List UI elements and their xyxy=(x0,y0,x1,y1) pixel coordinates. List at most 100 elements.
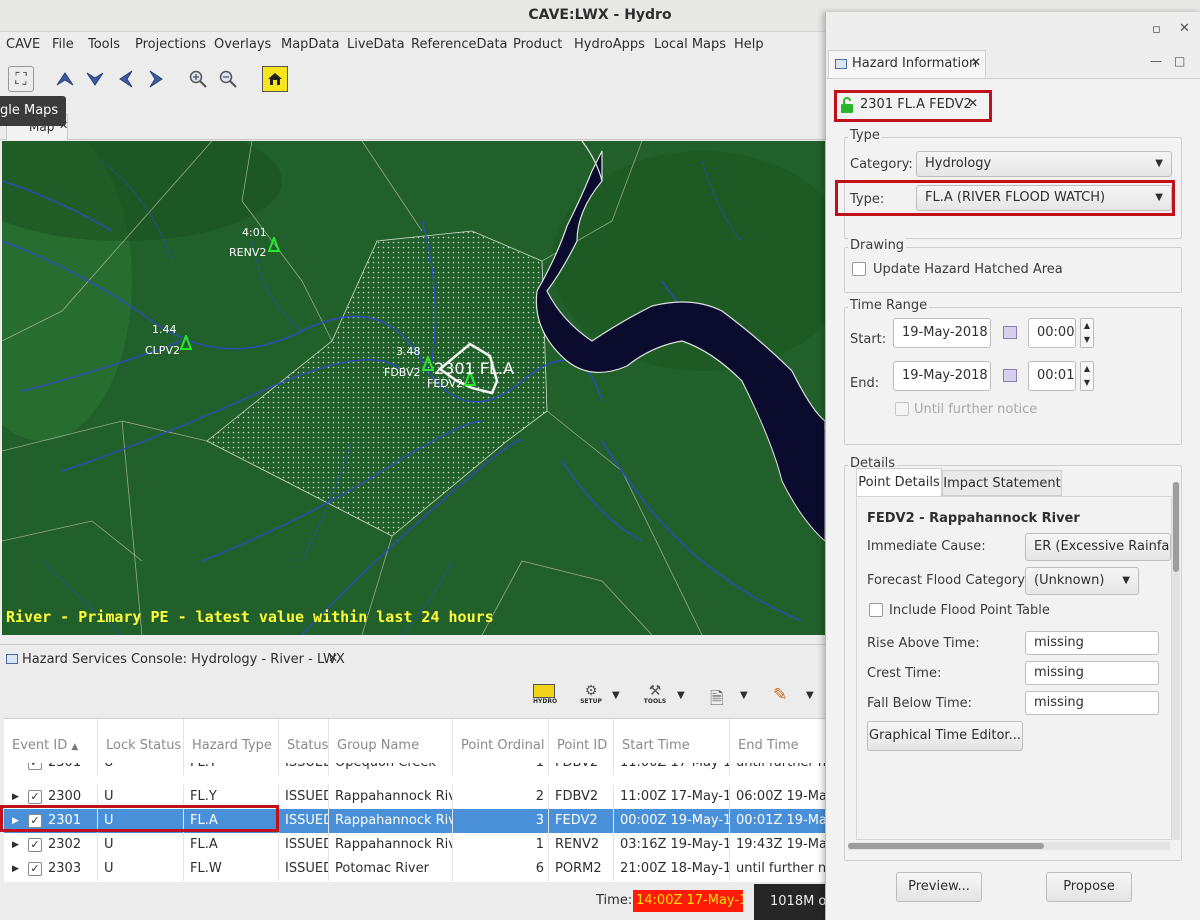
horizontal-scrollbar[interactable] xyxy=(848,842,1170,850)
minimize-icon[interactable]: ▫ xyxy=(1152,22,1161,37)
cause-select[interactable]: ER (Excessive Rainfall) xyxy=(1025,533,1171,561)
tab-point-details[interactable]: Point Details xyxy=(856,468,942,496)
menu-mapdata[interactable]: MapData xyxy=(281,37,339,52)
start-time-field[interactable]: 00:00 xyxy=(1028,318,1076,348)
end-time: 00:01Z 19-May xyxy=(730,809,826,833)
crest-field[interactable]: missing xyxy=(1025,661,1159,685)
include-table-checkbox[interactable] xyxy=(869,603,883,617)
calendar-icon[interactable] xyxy=(1003,369,1017,382)
scrollbar-thumb[interactable] xyxy=(1173,482,1179,572)
row-checkbox[interactable]: ✓ xyxy=(28,838,42,852)
event-id: 2302 xyxy=(48,837,82,852)
end-label: End: xyxy=(850,376,880,391)
vertical-scrollbar[interactable] xyxy=(1172,482,1180,840)
chevron-down-icon[interactable]: ▼ xyxy=(740,690,748,701)
status: ISSUED xyxy=(279,857,329,881)
table-row[interactable]: ▶✓2302 U FL.A ISSUED Rappahannock River … xyxy=(4,833,826,857)
menu-overlays[interactable]: Overlays xyxy=(214,37,271,52)
menu-local-maps[interactable]: Local Maps xyxy=(654,37,726,52)
zoom-in-icon[interactable] xyxy=(185,66,211,92)
window-title: CAVE:LWX - Hydro xyxy=(528,7,672,23)
start-date-field[interactable]: 19-May-2018 xyxy=(893,318,991,348)
chevron-down-icon[interactable]: ▼ xyxy=(677,690,685,701)
hazard-table: Event ID ▲ Lock Status Hazard Type Statu… xyxy=(4,718,826,882)
frame-time[interactable]: 14:00Z 17-May-18 xyxy=(633,890,743,912)
fit-icon[interactable]: ⛶ xyxy=(8,66,34,92)
row-checkbox[interactable]: ✓ xyxy=(28,790,42,804)
setup-button[interactable]: ⚙ SETUP xyxy=(578,684,604,710)
console-toolbar: HYDRO ⚙ SETUP ▼ ⚒ TOOLS ▼ 🗎 ▼ ✎ ▼ xyxy=(0,674,830,718)
hazard-type: FL.A xyxy=(184,833,279,857)
event-id: 2303 xyxy=(48,861,82,876)
preview-button[interactable]: Preview... xyxy=(896,872,982,902)
until-notice-label: Until further notice xyxy=(914,402,1038,417)
start-label: Start: xyxy=(850,332,887,347)
menu-help[interactable]: Help xyxy=(734,37,764,52)
pan-right-icon[interactable] xyxy=(143,66,169,92)
rise-field[interactable]: missing xyxy=(1025,631,1159,655)
close-icon[interactable]: ✕ xyxy=(328,651,338,665)
end-time-spinner[interactable]: ▲ ▼ xyxy=(1080,361,1094,391)
end-time: until further no xyxy=(730,857,826,881)
end-date-field[interactable]: 19-May-2018 xyxy=(893,361,991,391)
scrollbar-thumb[interactable] xyxy=(848,843,1044,849)
expand-icon[interactable]: ▶ xyxy=(12,833,19,857)
chevron-down-icon[interactable]: ▼ xyxy=(806,690,814,701)
minimize-icon[interactable]: — xyxy=(1150,54,1162,68)
until-notice-checkbox[interactable] xyxy=(895,402,909,416)
document-icon[interactable]: 🗎 xyxy=(710,686,724,715)
gauge-icon[interactable] xyxy=(268,237,280,253)
start-time: 03:16Z 19-May-18 xyxy=(614,833,730,857)
menu-cave[interactable]: CAVE xyxy=(6,37,40,52)
menu-livedata[interactable]: LiveData xyxy=(347,37,405,52)
table-row[interactable]: ▶ ✓ 2303 U FL.W ISSUED Potomac River 6 POR… xyxy=(4,857,826,881)
graphical-time-editor-button[interactable]: Graphical Time Editor... xyxy=(867,721,1023,751)
chevron-down-icon[interactable]: ▼ xyxy=(612,690,620,701)
category-label: Category: xyxy=(850,157,913,172)
home-icon[interactable] xyxy=(262,66,288,92)
tools-button[interactable]: ⚒ TOOLS xyxy=(642,684,668,710)
calendar-icon[interactable] xyxy=(1003,326,1017,339)
menu-tools[interactable]: Tools xyxy=(88,37,120,52)
row-checkbox[interactable]: ✓ xyxy=(28,763,42,770)
hydro-button[interactable]: HYDRO xyxy=(533,684,557,708)
update-hatched-checkbox[interactable] xyxy=(852,262,866,276)
flood-category-select[interactable]: (Unknown) ▼ xyxy=(1025,567,1139,595)
menu-file[interactable]: File xyxy=(52,37,74,52)
tooltip-text: gle Maps xyxy=(0,103,59,118)
end-time-field[interactable]: 00:01 xyxy=(1028,361,1076,391)
tab-impact-statement[interactable]: Impact Statement xyxy=(942,470,1062,496)
gauge-value: 1.44 xyxy=(152,323,177,336)
tab-hazard-information[interactable]: Hazard Information ✕ xyxy=(828,50,986,78)
hazard-type: FL.Y xyxy=(184,763,279,775)
menu-hydroapps[interactable]: HydroApps xyxy=(574,37,645,52)
menu-referencedata[interactable]: ReferenceData xyxy=(411,37,508,52)
menu-product[interactable]: Product xyxy=(513,37,562,52)
category-select[interactable]: Hydrology ▼ xyxy=(916,151,1172,177)
expand-icon[interactable]: ▶ xyxy=(12,857,19,881)
gauge-icon[interactable] xyxy=(180,335,192,351)
point-ordinal: 1 xyxy=(453,763,549,775)
pan-left-icon[interactable] xyxy=(113,66,139,92)
pan-up-icon[interactable] xyxy=(52,66,78,92)
maximize-icon[interactable]: □ xyxy=(1174,54,1185,68)
column-header-label: Event ID xyxy=(12,738,68,753)
fall-field[interactable]: missing xyxy=(1025,691,1159,715)
pan-down-icon[interactable] xyxy=(82,66,108,92)
close-icon[interactable]: ✕ xyxy=(1179,21,1190,36)
gauge-icon[interactable] xyxy=(422,356,434,372)
type-value: FL.A (RIVER FLOOD WATCH) xyxy=(925,190,1106,205)
type-select[interactable]: FL.A (RIVER FLOOD WATCH) ▼ xyxy=(916,185,1172,211)
menu-bar: CAVE File Tools Projections Overlays Map… xyxy=(0,32,830,58)
row-checkbox[interactable]: ✓ xyxy=(28,862,42,876)
close-icon[interactable]: ✕ xyxy=(968,96,978,110)
pencil-icon[interactable]: ✎ xyxy=(773,685,787,705)
zoom-out-icon[interactable] xyxy=(215,66,241,92)
start-time: 11:00Z 17-May-18 xyxy=(614,785,730,809)
map-canvas[interactable]: 4:01 RENV2 1.44 CLPV2 3.48 FDBV2 FEDV2 2… xyxy=(2,141,825,635)
start-time-spinner[interactable]: ▲ ▼ xyxy=(1080,318,1094,348)
propose-button[interactable]: Propose xyxy=(1046,872,1132,902)
menu-projections[interactable]: Projections xyxy=(135,37,206,52)
table-row[interactable]: ✓ 2301 U FL.Y ISSUED Opequon Creek 1 FDBV… xyxy=(4,763,826,779)
close-icon[interactable]: ✕ xyxy=(971,55,981,69)
